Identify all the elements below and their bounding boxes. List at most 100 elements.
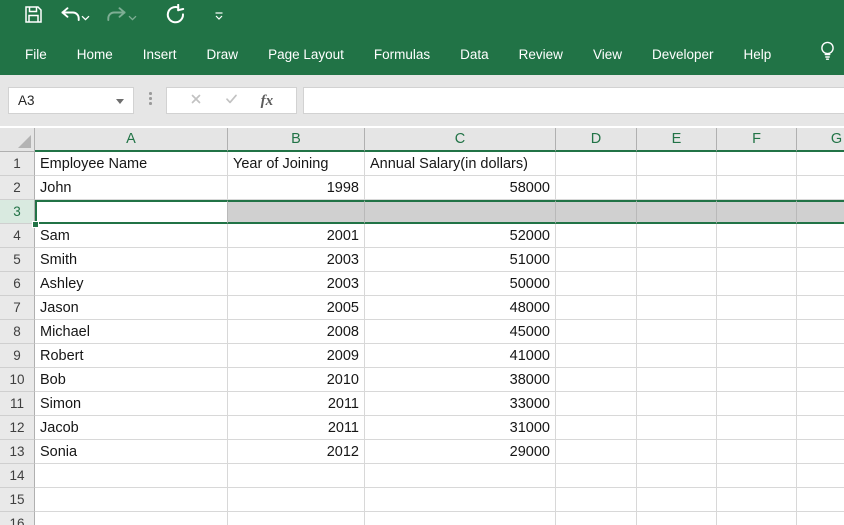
cell-F11[interactable] — [717, 392, 797, 416]
cell-F7[interactable] — [717, 296, 797, 320]
cell-A7[interactable]: Jason — [35, 296, 228, 320]
row-header-5[interactable]: 5 — [0, 248, 35, 272]
row-header-10[interactable]: 10 — [0, 368, 35, 392]
cell-C12[interactable]: 31000 — [365, 416, 556, 440]
cell-D9[interactable] — [556, 344, 637, 368]
column-header-A[interactable]: A — [35, 128, 228, 152]
tab-data[interactable]: Data — [445, 33, 504, 75]
cell-C11[interactable]: 33000 — [365, 392, 556, 416]
cell-C14[interactable] — [365, 464, 556, 488]
tab-formulas[interactable]: Formulas — [359, 33, 445, 75]
cell-B6[interactable]: 2003 — [228, 272, 365, 296]
cell-E13[interactable] — [637, 440, 717, 464]
cell-G6[interactable] — [797, 272, 844, 296]
cell-B13[interactable]: 2012 — [228, 440, 365, 464]
cell-D5[interactable] — [556, 248, 637, 272]
redo-button[interactable] — [106, 4, 128, 30]
cell-G11[interactable] — [797, 392, 844, 416]
row-header-13[interactable]: 13 — [0, 440, 35, 464]
cell-F16[interactable] — [717, 512, 797, 525]
cell-A8[interactable]: Michael — [35, 320, 228, 344]
cell-E4[interactable] — [637, 224, 717, 248]
cell-G10[interactable] — [797, 368, 844, 392]
cell-D3[interactable] — [556, 200, 637, 224]
cell-F1[interactable] — [717, 152, 797, 176]
cell-D7[interactable] — [556, 296, 637, 320]
column-header-E[interactable]: E — [637, 128, 717, 152]
cell-A6[interactable]: Ashley — [35, 272, 228, 296]
tab-home[interactable]: Home — [62, 33, 128, 75]
cell-D6[interactable] — [556, 272, 637, 296]
cell-D10[interactable] — [556, 368, 637, 392]
row-header-6[interactable]: 6 — [0, 272, 35, 296]
cell-A3[interactable] — [35, 200, 228, 224]
repeat-button[interactable] — [165, 4, 186, 30]
tab-page-layout[interactable]: Page Layout — [253, 33, 359, 75]
cell-F8[interactable] — [717, 320, 797, 344]
cell-C6[interactable]: 50000 — [365, 272, 556, 296]
cell-D2[interactable] — [556, 176, 637, 200]
cell-G14[interactable] — [797, 464, 844, 488]
row-header-7[interactable]: 7 — [0, 296, 35, 320]
cell-G12[interactable] — [797, 416, 844, 440]
cell-G7[interactable] — [797, 296, 844, 320]
cell-E16[interactable] — [637, 512, 717, 525]
cell-C4[interactable]: 52000 — [365, 224, 556, 248]
cell-F2[interactable] — [717, 176, 797, 200]
tab-review[interactable]: Review — [504, 33, 578, 75]
cell-F10[interactable] — [717, 368, 797, 392]
cell-E2[interactable] — [637, 176, 717, 200]
cell-B14[interactable] — [228, 464, 365, 488]
cell-F14[interactable] — [717, 464, 797, 488]
cell-D12[interactable] — [556, 416, 637, 440]
cell-F9[interactable] — [717, 344, 797, 368]
cell-A10[interactable]: Bob — [35, 368, 228, 392]
cell-E12[interactable] — [637, 416, 717, 440]
cell-C16[interactable] — [365, 512, 556, 525]
cell-A4[interactable]: Sam — [35, 224, 228, 248]
row-header-2[interactable]: 2 — [0, 176, 35, 200]
cell-B10[interactable]: 2010 — [228, 368, 365, 392]
cell-C5[interactable]: 51000 — [365, 248, 556, 272]
cell-F5[interactable] — [717, 248, 797, 272]
cell-B5[interactable]: 2003 — [228, 248, 365, 272]
cell-C13[interactable]: 29000 — [365, 440, 556, 464]
cell-E6[interactable] — [637, 272, 717, 296]
cancel-button[interactable] — [190, 92, 202, 110]
cell-A13[interactable]: Sonia — [35, 440, 228, 464]
row-header-4[interactable]: 4 — [0, 224, 35, 248]
undo-button[interactable] — [59, 4, 81, 30]
tab-developer[interactable]: Developer — [637, 33, 729, 75]
cell-A16[interactable] — [35, 512, 228, 525]
tab-file[interactable]: File — [10, 33, 62, 75]
cell-E9[interactable] — [637, 344, 717, 368]
cell-A2[interactable]: John — [35, 176, 228, 200]
cell-D16[interactable] — [556, 512, 637, 525]
cell-E5[interactable] — [637, 248, 717, 272]
row-header-9[interactable]: 9 — [0, 344, 35, 368]
cell-E8[interactable] — [637, 320, 717, 344]
cell-G16[interactable] — [797, 512, 844, 525]
fill-handle[interactable] — [32, 221, 39, 228]
column-header-F[interactable]: F — [717, 128, 797, 152]
tab-draw[interactable]: Draw — [192, 33, 254, 75]
row-header-14[interactable]: 14 — [0, 464, 35, 488]
cell-G3[interactable] — [797, 200, 844, 224]
cell-E1[interactable] — [637, 152, 717, 176]
select-all-button[interactable] — [0, 128, 35, 152]
row-header-15[interactable]: 15 — [0, 488, 35, 512]
enter-button[interactable] — [225, 92, 238, 110]
cell-A14[interactable] — [35, 464, 228, 488]
row-header-12[interactable]: 12 — [0, 416, 35, 440]
cell-B1[interactable]: Year of Joining — [228, 152, 365, 176]
cell-C10[interactable]: 38000 — [365, 368, 556, 392]
cell-F13[interactable] — [717, 440, 797, 464]
cell-A11[interactable]: Simon — [35, 392, 228, 416]
cell-D1[interactable] — [556, 152, 637, 176]
row-header-3[interactable]: 3 — [0, 200, 35, 224]
cell-G9[interactable] — [797, 344, 844, 368]
row-header-8[interactable]: 8 — [0, 320, 35, 344]
cell-B3[interactable] — [228, 200, 365, 224]
cell-B9[interactable]: 2009 — [228, 344, 365, 368]
cell-A9[interactable]: Robert — [35, 344, 228, 368]
